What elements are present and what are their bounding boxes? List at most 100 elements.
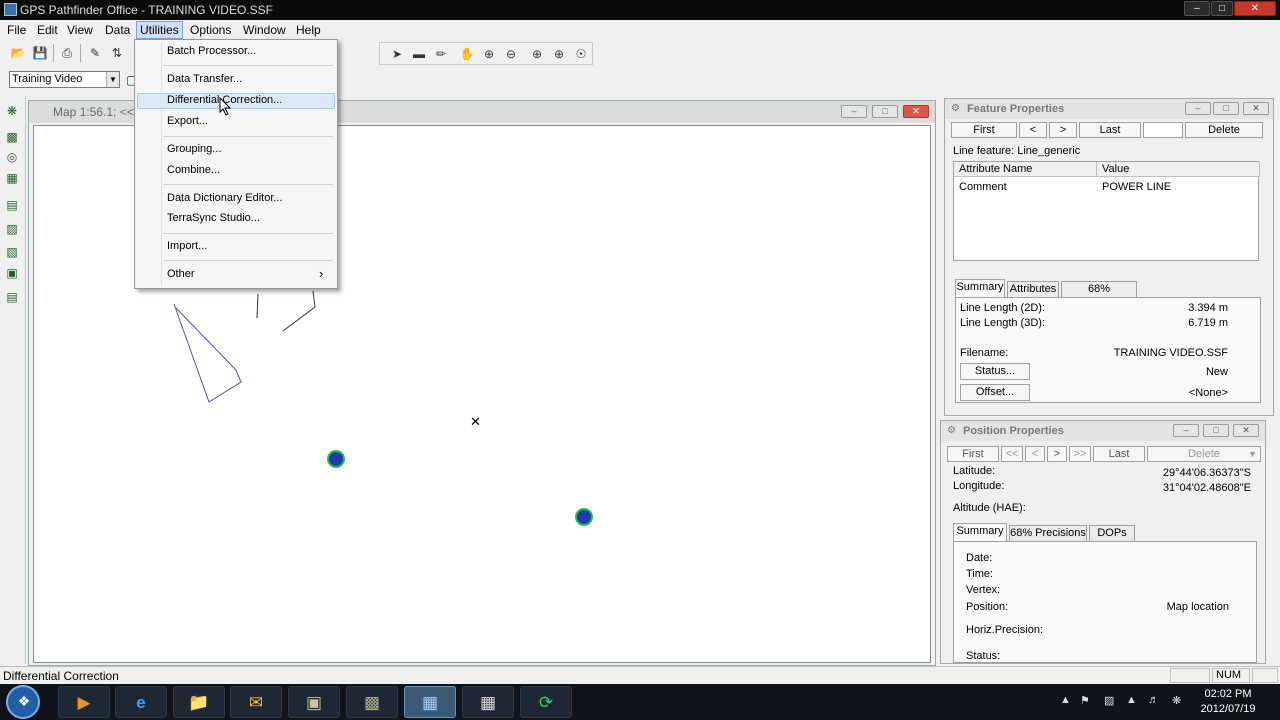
panel-restore-button[interactable]: □ <box>1213 102 1239 115</box>
menu-item-other[interactable]: Other <box>167 268 195 280</box>
globe-icon[interactable]: ☉ <box>572 45 590 63</box>
position-first-button[interactable]: First <box>947 446 999 462</box>
menu-item-export[interactable]: Export... <box>167 115 208 127</box>
position-last-button[interactable]: Last <box>1093 446 1145 462</box>
taskbar-outlook[interactable]: ✉ <box>230 686 282 718</box>
panel-restore-button[interactable]: □ <box>1203 424 1229 437</box>
point-feature[interactable] <box>575 508 593 526</box>
save-icon[interactable]: 💾 <box>31 44 49 62</box>
eraser-icon[interactable]: ✏ <box>432 45 450 63</box>
menu-options[interactable]: Options <box>190 23 231 37</box>
network-icon[interactable]: ▲ <box>1126 694 1137 706</box>
tab-summary[interactable]: Summary <box>953 523 1007 541</box>
zoom-extent-icon[interactable]: ⊕ <box>550 45 568 63</box>
copy-icon[interactable]: ▤ <box>3 196 21 214</box>
point-feature[interactable] <box>327 450 345 468</box>
line-feature[interactable] <box>256 293 259 319</box>
taskbar-internet-explorer[interactable]: e <box>115 686 167 718</box>
tray-icon[interactable]: ▨ <box>1104 694 1114 707</box>
zoom-out-icon[interactable]: ⊖ <box>502 45 520 63</box>
menu-item-batch-processor[interactable]: Batch Processor... <box>167 45 256 57</box>
line-feature[interactable] <box>173 303 242 403</box>
feature-first-button[interactable]: First <box>951 122 1017 138</box>
taskbar-explorer[interactable]: 📁 <box>173 686 225 718</box>
report-icon[interactable]: ▣ <box>3 264 21 282</box>
zoom-in-icon[interactable]: ⊕ <box>480 45 498 63</box>
menu-item-import[interactable]: Import... <box>167 240 207 252</box>
layer-icon[interactable]: ▩ <box>3 128 21 146</box>
gps-icon[interactable]: ❋ <box>3 102 21 120</box>
pan-hand-icon[interactable]: ✋ <box>458 45 476 63</box>
panel-close-button[interactable]: ✕ <box>1233 424 1259 437</box>
transfer-icon[interactable]: ▨ <box>3 220 21 238</box>
panel-minimize-button[interactable]: ‒ <box>1185 102 1211 115</box>
scale-icon[interactable]: ⇅ <box>108 44 126 62</box>
style-icon[interactable]: ✎ <box>86 44 104 62</box>
map-close-button[interactable]: ✕ <box>903 105 929 118</box>
taskbar-app[interactable]: ▦ <box>462 686 514 718</box>
menu-data[interactable]: Data <box>105 23 130 37</box>
select-arrow-icon[interactable]: ➤ <box>388 45 406 63</box>
menu-item-combine[interactable]: Combine... <box>167 164 220 176</box>
table-cell[interactable]: Comment <box>959 181 1007 193</box>
position-delete-button[interactable]: Delete ▼ <box>1147 446 1261 462</box>
flag-icon[interactable]: ⚑ <box>1080 694 1090 707</box>
layer-select-value: Training Video <box>12 73 83 85</box>
line-feature[interactable] <box>282 290 316 332</box>
position-next2-button[interactable]: >> <box>1069 446 1091 462</box>
panel-close-button[interactable]: ✕ <box>1243 102 1269 115</box>
taskbar-media-player[interactable]: ▶ <box>58 686 110 718</box>
tab-attributes[interactable]: Attributes <box>1007 281 1059 297</box>
taskbar-app[interactable]: ⟳ <box>520 686 572 718</box>
volume-icon[interactable]: ♬ <box>1148 694 1159 706</box>
minimize-button[interactable]: ‒ <box>1184 1 1210 16</box>
taskbar-app[interactable]: ▣ <box>288 686 340 718</box>
menu-help[interactable]: Help <box>296 23 321 37</box>
menu-item-grouping[interactable]: Grouping... <box>167 143 221 155</box>
offset-button[interactable]: Offset... <box>960 384 1030 401</box>
chevron-down-icon[interactable]: ▼ <box>106 72 119 87</box>
position-prev-button[interactable]: < <box>1025 446 1045 462</box>
tab-dops[interactable]: DOPs <box>1089 525 1135 541</box>
taskbar-pathfinder-office[interactable]: ▦ <box>404 686 456 718</box>
position-first2-button[interactable]: << <box>1001 446 1023 462</box>
menu-view[interactable]: View <box>67 23 93 37</box>
taskbar-app[interactable]: ▩ <box>346 686 398 718</box>
panel-minimize-button[interactable]: ‒ <box>1173 424 1199 437</box>
menu-utilities[interactable]: Utilities <box>136 21 183 39</box>
feature-last-button[interactable]: Last <box>1079 122 1141 138</box>
start-button[interactable]: ❖ <box>6 685 40 719</box>
menu-item-data-dictionary-editor[interactable]: Data Dictionary Editor... <box>167 192 283 204</box>
maximize-button[interactable]: □ <box>1211 1 1233 16</box>
zoom-previous-icon[interactable]: ⊕ <box>528 45 546 63</box>
tab-summary[interactable]: Summary <box>955 279 1005 297</box>
tray-expand-icon[interactable]: ▲ <box>1060 694 1071 706</box>
waypoint-icon[interactable]: ▦ <box>3 169 21 187</box>
feature-prev-button[interactable]: < <box>1019 122 1047 138</box>
edit-icon[interactable]: ▧ <box>3 243 21 261</box>
menu-window[interactable]: Window <box>243 23 286 37</box>
print-icon[interactable]: ⎙ <box>58 44 76 62</box>
table-header: Attribute Name <box>954 162 1097 177</box>
tab-precisions[interactable]: 68% Precisions <box>1061 281 1137 310</box>
menu-edit[interactable]: Edit <box>37 23 58 37</box>
table-cell[interactable]: POWER LINE <box>1102 181 1171 193</box>
feature-next-button[interactable]: > <box>1049 122 1077 138</box>
system-clock[interactable]: 02:02 PM 2012/07/19 <box>1196 688 1260 715</box>
target-icon[interactable]: ◎ <box>3 148 21 166</box>
position-next-button[interactable]: > <box>1047 446 1067 462</box>
menu-item-data-transfer[interactable]: Data Transfer... <box>167 73 242 85</box>
menu-file[interactable]: File <box>7 23 26 37</box>
measure-icon[interactable]: ▬ <box>410 45 428 63</box>
close-button[interactable]: ✕ <box>1234 1 1276 16</box>
status-button[interactable]: Status... <box>960 363 1030 380</box>
open-icon[interactable]: 📂 <box>9 44 27 62</box>
list-icon[interactable]: ▤ <box>3 288 21 306</box>
feature-delete-button[interactable]: Delete <box>1185 122 1263 138</box>
map-restore-button[interactable]: □ <box>872 105 898 118</box>
bluetooth-icon[interactable]: ❋ <box>1172 694 1181 707</box>
map-minimize-button[interactable]: ‒ <box>841 105 867 118</box>
menu-item-terrasync-studio[interactable]: TerraSync Studio... <box>167 212 260 224</box>
layer-select[interactable]: Training Video ▼ <box>9 71 120 88</box>
tab-precisions[interactable]: 68% Precisions <box>1009 525 1087 541</box>
